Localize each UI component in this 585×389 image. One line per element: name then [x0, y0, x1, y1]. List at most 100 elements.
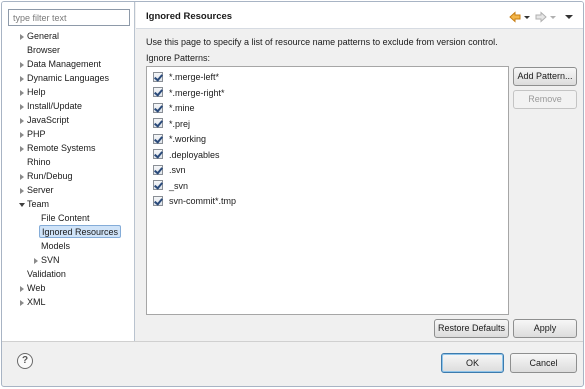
tree-item[interactable]: Browser [25, 44, 62, 57]
list-item[interactable]: .svn [153, 164, 186, 177]
tree-item-label: General [27, 31, 60, 41]
tree-item-label: XML [27, 297, 46, 307]
pattern-checkbox[interactable] [153, 164, 163, 175]
pattern-checkbox[interactable] [153, 102, 163, 113]
tree-item[interactable]: Server [25, 184, 56, 197]
tree-item[interactable]: Models [39, 240, 72, 253]
header-toolbar [509, 11, 577, 23]
help-icon[interactable]: ? [17, 353, 33, 369]
pattern-label: *.merge-left* [169, 72, 220, 82]
pattern-checkbox[interactable] [153, 71, 163, 82]
expand-arrow-icon[interactable] [20, 76, 24, 82]
expand-arrow-icon[interactable] [20, 90, 24, 96]
page-header: Ignored Resources [136, 2, 583, 29]
tree-item[interactable]: File Content [39, 212, 92, 225]
tree-item-label: Models [41, 241, 71, 251]
tree-item[interactable]: SVN [39, 254, 62, 267]
list-item[interactable]: *.merge-left* [153, 71, 219, 84]
restore-defaults-button[interactable]: Restore Defaults [434, 319, 509, 338]
pattern-label: _svn [169, 180, 189, 191]
tree-item[interactable]: Help [25, 86, 48, 99]
preferences-tree-pane: General Browser Data Management Dynamic Lan… [2, 2, 135, 341]
preferences-window: General Browser Data Management Dynamic Lan… [1, 1, 584, 387]
tree-item[interactable]: JavaScript [25, 114, 71, 127]
arrow-left-icon[interactable] [509, 11, 521, 23]
tree-item[interactable]: Rhino [25, 156, 53, 169]
expand-arrow-icon[interactable] [20, 174, 24, 180]
tree-item[interactable]: Ignored Resources [39, 225, 122, 238]
list-item[interactable]: *.merge-right* [153, 87, 225, 100]
remove-button[interactable]: Remove [513, 90, 577, 109]
expand-arrow-icon[interactable] [20, 118, 24, 124]
chevron-down-icon[interactable] [524, 11, 530, 23]
tree-item-label: PHP [27, 129, 46, 139]
tree-item-label: Validation [27, 269, 66, 279]
tree-item[interactable]: Install/Update [25, 100, 84, 113]
list-item[interactable]: *.mine [153, 102, 195, 115]
pattern-checkbox[interactable] [153, 180, 163, 191]
pattern-label: *.merge-right* [169, 87, 225, 98]
pattern-label: *.working [169, 134, 207, 144]
tree-item-label: Rhino [27, 157, 51, 167]
tree-item-label: Ignored Resources [42, 227, 119, 237]
view-menu-icon[interactable] [565, 11, 573, 23]
pattern-checkbox[interactable] [153, 118, 163, 129]
apply-button[interactable]: Apply [513, 319, 577, 338]
list-item[interactable]: *.working [153, 133, 206, 146]
tree-item-label: Install/Update [27, 101, 83, 111]
expand-arrow-icon[interactable] [20, 146, 24, 152]
pattern-checkbox[interactable] [153, 87, 163, 98]
filter-input[interactable] [8, 9, 130, 26]
tree-item-label: Help [27, 87, 46, 97]
pattern-label: .deployables [169, 149, 220, 160]
footer-divider [2, 341, 583, 342]
page-description: Use this page to specify a list of resou… [146, 37, 498, 47]
pattern-checkbox[interactable] [153, 149, 163, 160]
expand-arrow-icon[interactable] [34, 258, 38, 264]
pattern-label: .svn [169, 165, 186, 175]
expand-arrow-icon[interactable] [20, 132, 24, 138]
arrow-right-icon[interactable] [535, 11, 547, 23]
pattern-label: svn-commit*.tmp [169, 196, 237, 206]
tree-item-label: JavaScript [27, 115, 70, 125]
tree-item[interactable]: XML [25, 296, 48, 309]
expand-arrow-icon[interactable] [20, 104, 24, 110]
tree-item[interactable]: Data Management [25, 58, 103, 71]
list-item[interactable]: _svn [153, 180, 188, 193]
ignore-patterns-list[interactable]: *.merge-left* *.merge-right* *.mine *.prej *… [146, 66, 509, 315]
cancel-button[interactable]: Cancel [510, 353, 577, 373]
tree-item[interactable]: General [25, 30, 61, 43]
pattern-label: *.mine [169, 103, 195, 113]
tree-item-label: Remote Systems [27, 143, 96, 153]
pattern-label: *.prej [169, 118, 191, 129]
tree-item-label: Team [27, 199, 50, 209]
tree-item[interactable]: PHP [25, 128, 48, 141]
tree-item-label: SVN [41, 255, 60, 265]
tree-item[interactable]: Remote Systems [25, 142, 98, 155]
page-title: Ignored Resources [146, 11, 233, 22]
list-item[interactable]: svn-commit*.tmp [153, 195, 236, 208]
add-pattern-button[interactable]: Add Pattern... [513, 67, 577, 86]
expand-arrow-icon[interactable] [20, 62, 24, 68]
expand-arrow-icon[interactable] [20, 300, 24, 306]
tree-item-label: Web [27, 283, 46, 293]
tree-item[interactable]: Team [25, 198, 51, 211]
ok-button[interactable]: OK [441, 353, 504, 373]
tree-item[interactable]: Validation [25, 268, 68, 281]
chevron-down-icon [550, 11, 556, 23]
expand-arrow-icon[interactable] [20, 286, 24, 292]
list-item[interactable]: *.prej [153, 118, 190, 131]
tree-item-label: Data Management [27, 59, 102, 69]
tree-item-label: File Content [41, 213, 90, 223]
expand-arrow-icon[interactable] [20, 34, 24, 40]
tree-item-label: Dynamic Languages [27, 73, 110, 83]
pattern-checkbox[interactable] [153, 133, 163, 144]
expand-arrow-icon[interactable] [20, 188, 24, 194]
tree-item-label: Run/Debug [27, 171, 73, 181]
ignore-patterns-label: Ignore Patterns: [146, 53, 211, 63]
pattern-checkbox[interactable] [153, 195, 163, 206]
tree-item[interactable]: Dynamic Languages [25, 72, 111, 85]
tree-item[interactable]: Run/Debug [25, 170, 75, 183]
list-item[interactable]: .deployables [153, 149, 220, 162]
tree-item[interactable]: Web [25, 282, 47, 295]
